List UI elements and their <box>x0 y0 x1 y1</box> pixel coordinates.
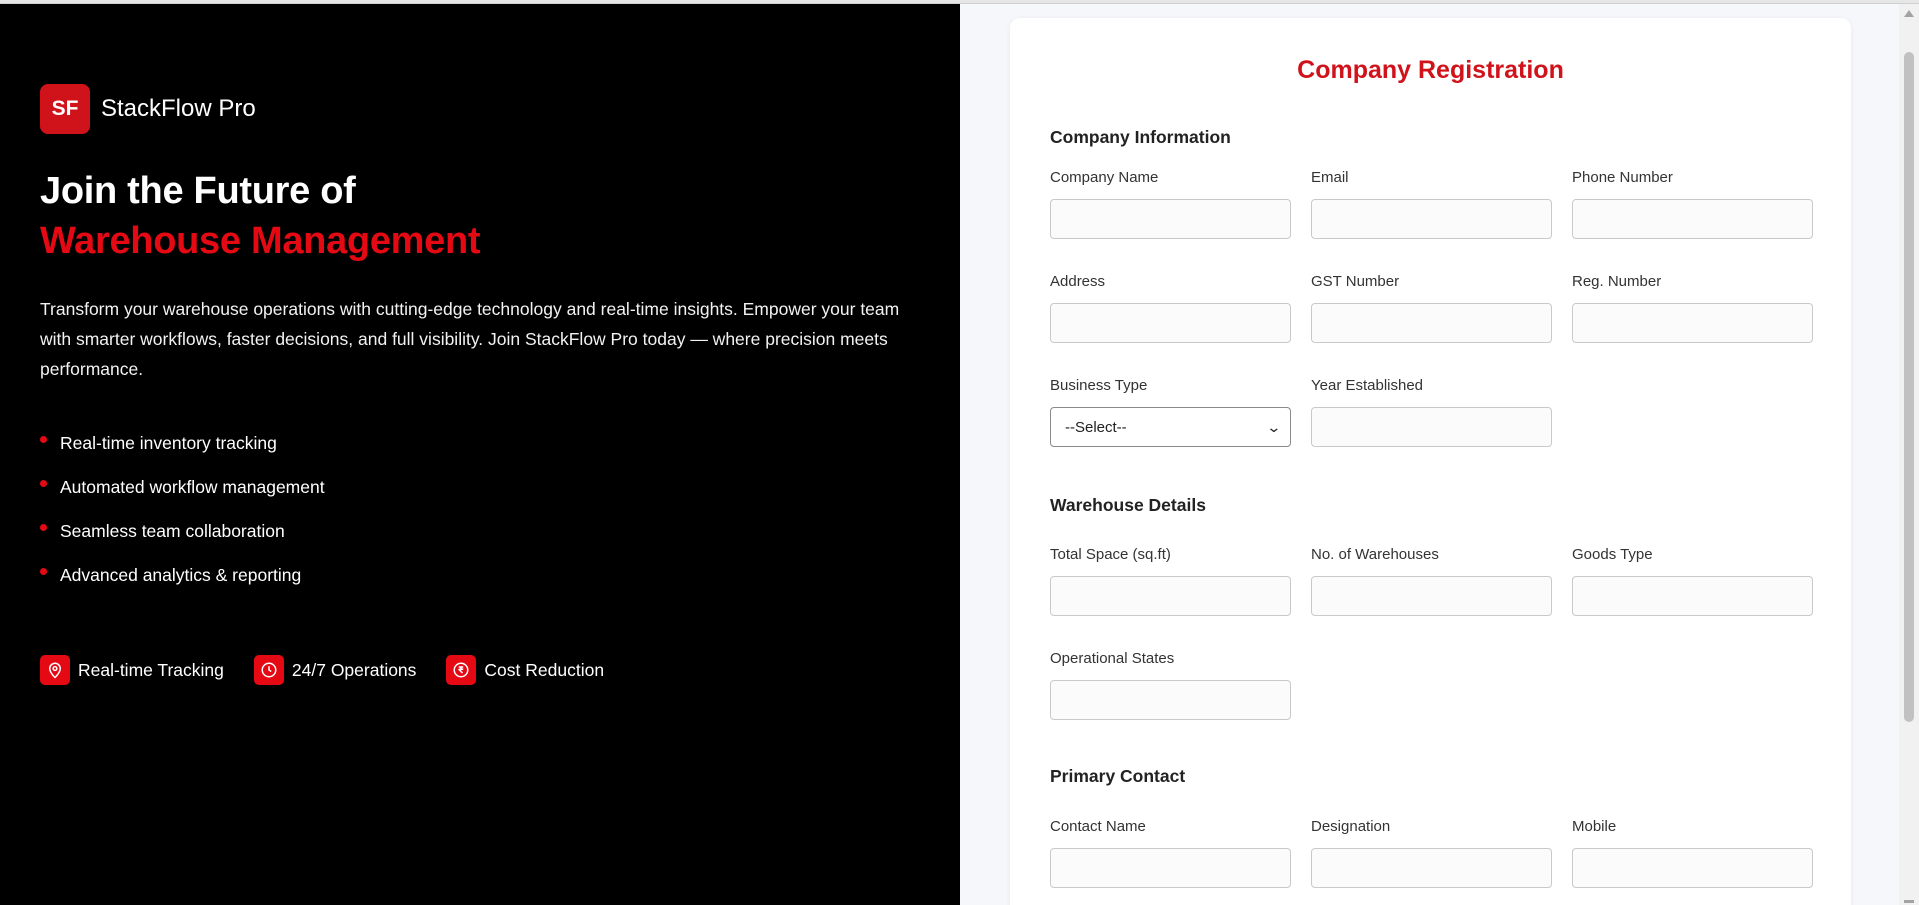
section-primary-contact: Primary Contact <box>1050 766 1186 786</box>
feature-item: Real-time inventory tracking <box>40 428 325 472</box>
scroll-up-arrow-icon[interactable] <box>1904 10 1914 17</box>
gst-group: GST Number <box>1311 273 1552 343</box>
num-warehouses-input[interactable] <box>1311 576 1552 616</box>
reg-number-group: Reg. Number <box>1572 273 1813 343</box>
email-input[interactable] <box>1311 199 1552 239</box>
business-type-value: --Select-- <box>1065 418 1127 436</box>
contact-name-input[interactable] <box>1050 848 1291 888</box>
form-title: Company Registration <box>1297 56 1564 84</box>
year-established-group: Year Established <box>1311 377 1552 447</box>
badge-label: 24/7 Operations <box>291 659 417 680</box>
badge-operations: 24/7 Operations <box>253 655 417 685</box>
mobile-label: Mobile <box>1572 818 1617 835</box>
operational-states-input[interactable] <box>1050 680 1291 720</box>
bullet-dot-icon <box>40 568 47 575</box>
business-type-select[interactable]: --Select-- ⌄ <box>1050 407 1291 447</box>
scroll-down-arrow-icon[interactable] <box>1904 900 1914 903</box>
num-warehouses-label: No. of Warehouses <box>1311 546 1439 563</box>
badge-cost-reduction: Cost Reduction <box>446 655 604 685</box>
designation-group: Designation <box>1311 818 1552 888</box>
badge-realtime-tracking: Real-time Tracking <box>40 655 224 685</box>
badge-label: Cost Reduction <box>484 659 605 680</box>
phone-group: Phone Number <box>1572 169 1813 239</box>
gst-label: GST Number <box>1311 273 1400 290</box>
email-label: Email <box>1311 169 1349 186</box>
brand: SF StackFlow Pro <box>40 84 256 134</box>
total-space-label: Total Space (sq.ft) <box>1050 546 1171 563</box>
bullet-dot-icon <box>40 436 47 443</box>
chevron-down-icon: ⌄ <box>1266 418 1282 435</box>
num-warehouses-group: No. of Warehouses <box>1311 546 1552 616</box>
designation-input[interactable] <box>1311 848 1552 888</box>
feature-item: Seamless team collaboration <box>40 516 325 560</box>
badge-label: Real-time Tracking <box>78 659 224 680</box>
email-group: Email <box>1311 169 1552 239</box>
phone-label: Phone Number <box>1572 169 1673 186</box>
feature-item: Advanced analytics & reporting <box>40 560 325 604</box>
brand-logo: SF <box>40 84 90 134</box>
contact-name-label: Contact Name <box>1050 818 1146 835</box>
reg-number-input[interactable] <box>1572 303 1813 343</box>
registration-area: Company Registration Company Information… <box>960 4 1899 905</box>
hero-line-1: Join the Future of <box>40 170 356 212</box>
goods-type-input[interactable] <box>1572 576 1813 616</box>
marketing-panel: SF StackFlow Pro Join the Future of Ware… <box>0 4 960 905</box>
feature-item: Automated workflow management <box>40 472 325 516</box>
goods-type-label: Goods Type <box>1572 546 1653 563</box>
company-name-label: Company Name <box>1050 169 1159 186</box>
section-warehouse-details: Warehouse Details <box>1050 495 1206 515</box>
operational-states-label: Operational States <box>1050 650 1175 667</box>
scrollbar-thumb[interactable] <box>1904 52 1914 722</box>
bullet-dot-icon <box>40 480 47 487</box>
phone-input[interactable] <box>1572 199 1813 239</box>
address-input[interactable] <box>1050 303 1291 343</box>
company-name-group: Company Name <box>1050 169 1291 239</box>
clock-icon <box>253 655 284 685</box>
registration-card: Company Registration Company Information… <box>1010 18 1851 905</box>
year-established-label: Year Established <box>1311 377 1424 394</box>
operational-states-group: Operational States <box>1050 650 1291 720</box>
gst-input[interactable] <box>1311 303 1552 343</box>
contact-name-group: Contact Name <box>1050 818 1291 888</box>
page-scrollbar[interactable] <box>1899 4 1919 905</box>
hero-description: Transform your warehouse operations with… <box>40 299 900 379</box>
business-type-label: Business Type <box>1050 377 1148 394</box>
mobile-group: Mobile <box>1572 818 1813 888</box>
bullet-dot-icon <box>40 524 47 531</box>
hero-line-2: Warehouse Management <box>40 220 481 262</box>
address-group: Address <box>1050 273 1291 343</box>
location-pin-icon <box>40 655 70 685</box>
reg-number-label: Reg. Number <box>1572 273 1662 290</box>
company-name-input[interactable] <box>1050 199 1291 239</box>
rupee-icon <box>446 655 477 685</box>
feature-list: Real-time inventory tracking Automated w… <box>40 428 325 604</box>
hero-heading: Join the Future of Warehouse Management <box>40 166 481 266</box>
year-established-input[interactable] <box>1311 407 1552 447</box>
section-company-information: Company Information <box>1050 127 1231 147</box>
highlight-badges: Real-time Tracking 24/7 Operations Cost … <box>40 655 634 685</box>
mobile-input[interactable] <box>1572 848 1813 888</box>
total-space-group: Total Space (sq.ft) <box>1050 546 1291 616</box>
goods-type-group: Goods Type <box>1572 546 1813 616</box>
brand-name: StackFlow Pro <box>101 95 256 122</box>
business-type-group: Business Type --Select-- ⌄ <box>1050 377 1291 447</box>
address-label: Address <box>1050 273 1106 290</box>
total-space-input[interactable] <box>1050 576 1291 616</box>
designation-label: Designation <box>1311 818 1391 835</box>
